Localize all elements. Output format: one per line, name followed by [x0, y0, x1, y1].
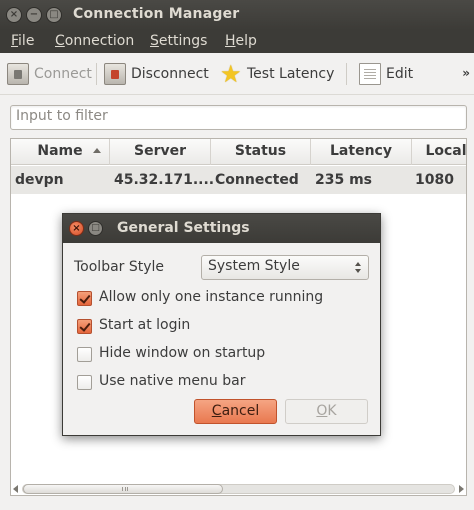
menu-settings[interactable]: Settings — [150, 33, 207, 49]
start-at-login-checkbox[interactable] — [77, 319, 92, 334]
toolbar: Connect Disconnect ★ Test Latency Edit » — [0, 53, 474, 95]
start-at-login-label[interactable]: Start at login — [99, 317, 190, 333]
select-arrows-icon — [355, 262, 362, 274]
column-header-server[interactable]: Server — [110, 139, 211, 165]
native-menu-bar-label[interactable]: Use native menu bar — [99, 373, 245, 389]
sort-ascending-icon — [93, 148, 101, 153]
menu-file[interactable]: File — [11, 33, 34, 49]
dialog-close-button[interactable]: × — [69, 221, 84, 236]
connect-button[interactable]: Connect — [7, 61, 92, 87]
cell-server: 45.32.171.... — [114, 172, 215, 188]
connect-label: Connect — [34, 66, 92, 82]
cancel-button[interactable]: Cancel — [194, 399, 277, 424]
window-minimize-button[interactable]: − — [26, 7, 42, 23]
scrollbar-thumb[interactable] — [23, 484, 223, 494]
toolbar-separator — [346, 63, 347, 85]
test-latency-label: Test Latency — [247, 66, 335, 82]
scrollbar-track[interactable] — [22, 484, 455, 494]
toolbar-overflow-icon[interactable]: » — [462, 66, 470, 80]
menubar: File Connection Settings Help — [0, 30, 474, 53]
test-latency-button[interactable]: ★ Test Latency — [220, 61, 334, 87]
table-header: Name Server Status Latency Local — [11, 139, 466, 165]
edit-button[interactable]: Edit — [359, 61, 413, 87]
cell-local: 1080 — [415, 172, 454, 188]
edit-label: Edit — [386, 66, 414, 82]
column-header-status[interactable]: Status — [211, 139, 311, 165]
window-close-button[interactable]: × — [6, 7, 22, 23]
scroll-left-icon[interactable] — [13, 485, 18, 493]
allow-one-instance-checkbox[interactable] — [77, 291, 92, 306]
allow-one-instance-label[interactable]: Allow only one instance running — [99, 289, 323, 305]
toolbar-separator — [96, 63, 97, 85]
dialog-maximize-button[interactable]: □ — [88, 221, 103, 236]
menu-help[interactable]: Help — [225, 33, 257, 49]
toolbar-style-select[interactable]: System Style — [201, 255, 369, 280]
horizontal-scrollbar[interactable] — [10, 482, 467, 496]
hide-on-startup-label[interactable]: Hide window on startup — [99, 345, 265, 361]
cell-status: Connected — [215, 172, 299, 188]
cell-latency: 235 ms — [315, 172, 373, 188]
hide-on-startup-checkbox[interactable] — [77, 347, 92, 362]
column-header-local[interactable]: Local — [412, 139, 466, 165]
connect-icon — [7, 63, 29, 85]
window-title: Connection Manager — [73, 6, 240, 22]
window-maximize-button[interactable]: □ — [46, 7, 62, 23]
disconnect-label: Disconnect — [131, 66, 209, 82]
dialog-title: General Settings — [117, 220, 250, 236]
dialog-titlebar: × □ General Settings — [63, 214, 380, 243]
edit-document-icon — [359, 63, 381, 85]
ok-button[interactable]: OK — [285, 399, 368, 424]
scrollbar-grip-icon — [122, 487, 128, 491]
star-icon: ★ — [220, 60, 242, 88]
menu-connection[interactable]: Connection — [55, 33, 134, 49]
window-titlebar: × − □ Connection Manager — [0, 0, 474, 30]
filter-input[interactable]: Input to filter — [10, 105, 467, 130]
cell-name: devpn — [15, 172, 64, 188]
table-row[interactable]: devpn 45.32.171.... Connected 235 ms 108… — [11, 166, 466, 194]
disconnect-button[interactable]: Disconnect — [104, 61, 209, 87]
general-settings-dialog: × □ General Settings Toolbar Style Syste… — [62, 213, 381, 436]
native-menu-bar-checkbox[interactable] — [77, 375, 92, 390]
scroll-right-icon[interactable] — [459, 485, 464, 493]
toolbar-style-value: System Style — [208, 258, 300, 274]
toolbar-style-label: Toolbar Style — [74, 259, 165, 275]
column-header-latency[interactable]: Latency — [311, 139, 412, 165]
disconnect-icon — [104, 63, 126, 85]
column-header-name[interactable]: Name — [11, 139, 110, 165]
